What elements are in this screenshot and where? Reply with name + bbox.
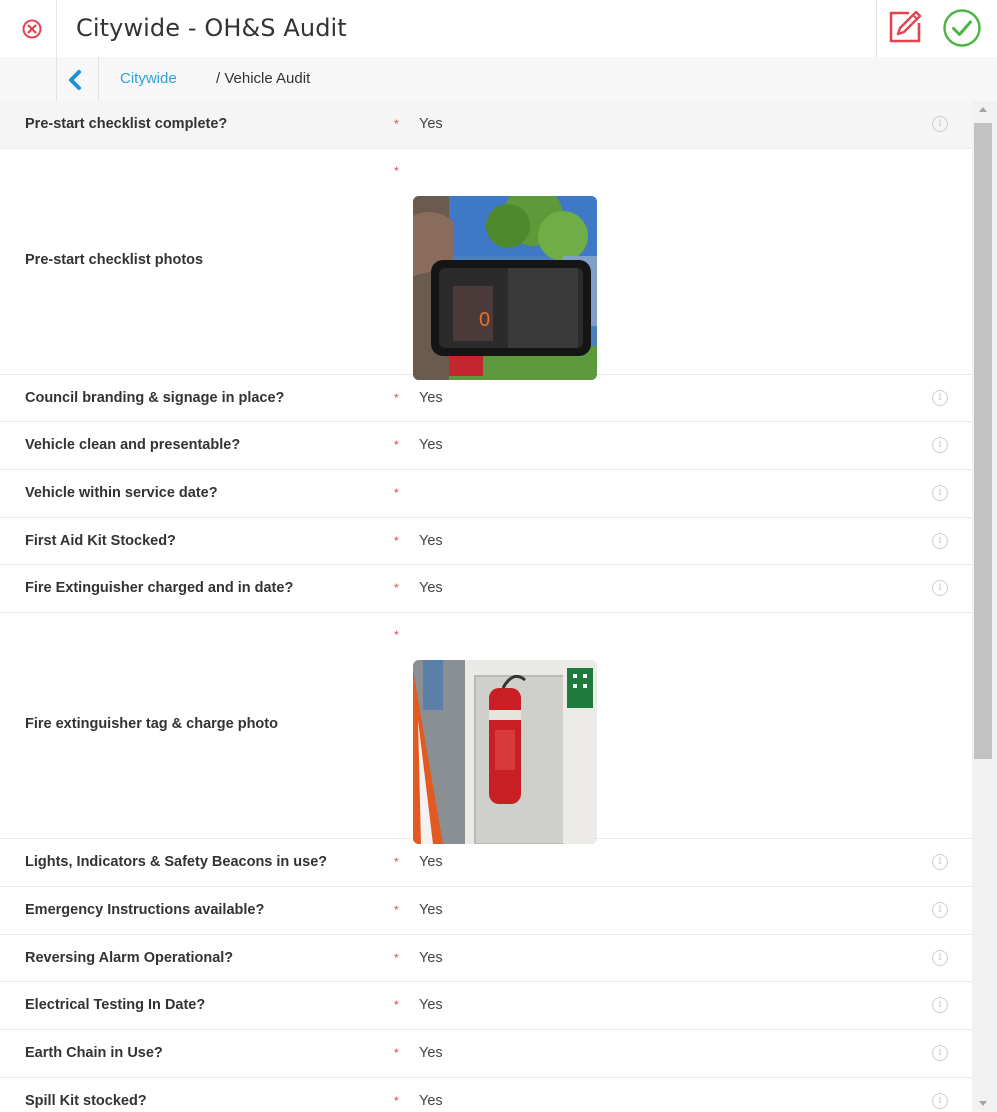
info-icon[interactable]: i (932, 532, 948, 549)
required-marker: * (394, 855, 399, 870)
phone-screenshot-photo[interactable]: 0 (413, 195, 597, 380)
required-marker: * (394, 1093, 399, 1108)
required-marker: * (394, 486, 399, 501)
info-icon[interactable]: i (932, 1044, 948, 1061)
info-icon[interactable]: i (932, 485, 948, 502)
form-row: Pre-start checklist photos * 0 (0, 149, 972, 380)
scrollbar-thumb[interactable] (974, 123, 992, 759)
answer-value[interactable]: Yes (419, 854, 443, 870)
breadcrumb: Citywide / Vehicle Audit (0, 57, 997, 102)
form-row: Emergency Instructions available? * Yes … (0, 887, 972, 935)
vertical-scrollbar[interactable] (972, 101, 997, 1112)
answer-value[interactable]: Yes (419, 390, 443, 406)
form-row: Spill Kit stocked? * Yes i (0, 1078, 972, 1112)
question-label: Vehicle clean and presentable? (25, 437, 241, 454)
check-circle-icon (943, 9, 981, 47)
info-icon[interactable]: i (932, 389, 948, 406)
audit-form: Pre-start checklist complete? * Yes i Pr… (0, 101, 972, 1112)
form-row: First Aid Kit Stocked? * Yes i (0, 518, 972, 566)
answer-value[interactable]: Yes (419, 1093, 443, 1109)
required-marker: * (394, 950, 399, 965)
required-marker: * (394, 438, 399, 453)
required-marker: * (394, 533, 399, 548)
question-label: First Aid Kit Stocked? (25, 532, 176, 549)
form-row: Pre-start checklist complete? * Yes i (0, 101, 972, 149)
question-label: Pre-start checklist complete? (25, 116, 228, 132)
question-label: Spill Kit stocked? (25, 1092, 147, 1109)
answer-value[interactable]: Yes (419, 997, 443, 1013)
breadcrumb-divider (56, 57, 57, 101)
question-label: Fire Extinguisher charged and in date? (25, 580, 294, 597)
edit-button[interactable] (876, 0, 933, 57)
required-marker: * (394, 390, 399, 405)
question-label: Fire extinguisher tag & charge photo (25, 716, 278, 733)
breadcrumb-link-citywide[interactable]: Citywide (120, 70, 177, 87)
scroll-down-arrow-icon[interactable] (979, 1101, 987, 1106)
answer-value[interactable]: Yes (419, 533, 443, 549)
question-label: Council branding & signage in place? (25, 389, 285, 406)
info-icon[interactable]: i (932, 580, 948, 597)
chevron-left-icon[interactable] (66, 69, 86, 91)
question-label: Vehicle within service date? (25, 485, 218, 502)
required-marker: * (394, 902, 399, 917)
info-icon[interactable]: i (932, 854, 948, 871)
fire-extinguisher-photo[interactable] (413, 660, 597, 845)
info-icon[interactable]: i (932, 901, 948, 918)
question-label: Emergency Instructions available? (25, 901, 265, 918)
edit-pencil-icon (889, 10, 922, 43)
scroll-up-arrow-icon[interactable] (979, 107, 987, 112)
page-title: Citywide - OH&S Audit (76, 14, 347, 42)
answer-value[interactable]: Yes (419, 902, 443, 918)
form-row: Earth Chain in Use? * Yes i (0, 1030, 972, 1078)
form-row: Vehicle within service date? * i (0, 470, 972, 518)
required-marker: * (394, 998, 399, 1013)
form-row: Lights, Indicators & Safety Beacons in u… (0, 839, 972, 887)
form-row: Reversing Alarm Operational? * Yes i (0, 935, 972, 983)
question-label: Earth Chain in Use? (25, 1044, 163, 1061)
required-marker: * (394, 163, 399, 178)
answer-value[interactable]: Yes (419, 116, 443, 132)
form-row: Fire Extinguisher charged and in date? *… (0, 565, 972, 614)
breadcrumb-divider (98, 57, 99, 101)
header-divider (56, 0, 57, 57)
answer-value[interactable]: Yes (419, 580, 443, 596)
form-row: Fire extinguisher tag & charge photo * (0, 613, 972, 845)
form-row: Vehicle clean and presentable? * Yes i (0, 422, 972, 471)
info-icon[interactable]: i (932, 437, 948, 454)
question-label: Lights, Indicators & Safety Beacons in u… (25, 854, 328, 871)
required-marker: * (394, 117, 399, 131)
answer-value[interactable]: Yes (419, 1045, 443, 1061)
answer-value[interactable]: Yes (419, 950, 443, 966)
svg-text:0: 0 (479, 309, 490, 331)
breadcrumb-current: / Vehicle Audit (216, 70, 311, 87)
submit-button[interactable] (942, 8, 982, 48)
form-row: Council branding & signage in place? * Y… (0, 375, 972, 423)
info-icon[interactable]: i (932, 997, 948, 1014)
info-icon[interactable]: i (932, 1092, 948, 1109)
answer-value[interactable]: Yes (419, 437, 443, 453)
form-row: Electrical Testing In Date? * Yes i (0, 982, 972, 1030)
close-icon[interactable] (22, 19, 42, 39)
question-label: Pre-start checklist photos (25, 251, 204, 268)
required-marker: * (394, 581, 399, 596)
info-icon[interactable]: i (932, 116, 948, 132)
required-marker: * (394, 628, 399, 643)
app-header: Citywide - OH&S Audit (0, 0, 997, 58)
required-marker: * (394, 1045, 399, 1060)
info-icon[interactable]: i (932, 949, 948, 966)
question-label: Electrical Testing In Date? (25, 997, 206, 1014)
question-label: Reversing Alarm Operational? (25, 949, 234, 966)
